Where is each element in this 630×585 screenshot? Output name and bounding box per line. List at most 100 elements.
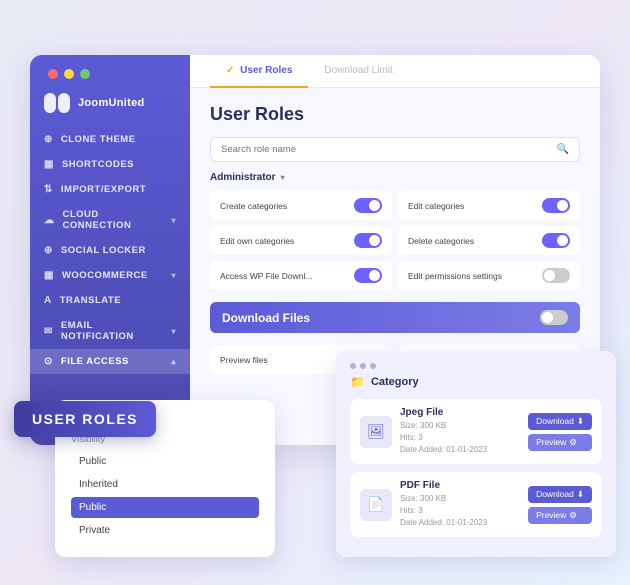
- sidebar-item-label: EMAIL NOTIFICATION: [61, 320, 164, 342]
- search-input[interactable]: [221, 144, 557, 155]
- perm-label: Edit own categories: [220, 236, 294, 246]
- sidebar-item-label: IMPORT/EXPORT: [61, 184, 146, 195]
- dropdown-text: Administrator: [210, 172, 276, 183]
- permissions-grid: Create categories Edit categories Edit o…: [210, 191, 580, 374]
- file-date: Date Added: 01-01-2023: [400, 518, 487, 527]
- perm-label: Preview files: [220, 355, 268, 365]
- download-files-row: Download Files: [210, 302, 580, 333]
- search-bar[interactable]: 🔍: [210, 137, 580, 162]
- file-date: Date Added: 01-01-2023: [400, 445, 487, 454]
- sidebar-item-woocommerce[interactable]: ▦ WOOCOMMERCE ▾: [30, 263, 190, 288]
- tab-download-limit[interactable]: Download Limit: [308, 55, 408, 88]
- file-name-jpeg: Jpeg File: [400, 407, 520, 418]
- perm-label: Edit permissions settings: [408, 271, 502, 281]
- gear-icon: ⚙: [569, 510, 577, 521]
- toggle-create-categories[interactable]: [354, 198, 382, 213]
- shortcodes-icon: ▦: [44, 159, 54, 170]
- chevron-down-icon: ▾: [171, 327, 176, 336]
- perm-label: Edit categories: [408, 201, 464, 211]
- toggle-download-files[interactable]: [540, 310, 568, 325]
- three-dots: [350, 363, 602, 369]
- download-files-label: Download Files: [222, 311, 310, 325]
- file-card-jpeg: 🖼 Jpeg File Size: 300 KB Hits: 3 Date Ad…: [350, 399, 602, 464]
- folder-icon: 📁: [350, 375, 365, 389]
- file-name-pdf: PDF File: [400, 480, 520, 491]
- sidebar-item-cloud-connection[interactable]: ☁ CLOUD CONNECTION ▾: [30, 202, 190, 238]
- woo-icon: ▦: [44, 270, 54, 281]
- file-hits: Hits: 3: [400, 506, 423, 515]
- visibility-option-inherited[interactable]: Inherited: [71, 474, 259, 495]
- chevron-down-icon: ▾: [171, 216, 176, 225]
- sidebar-item-label: SHORTCODES: [62, 159, 134, 170]
- perm-edit-own-categories: Edit own categories: [210, 226, 392, 255]
- sidebar-item-file-access[interactable]: ⊙ FILE ACCESS ▴: [30, 349, 190, 374]
- category-panel: 📁 Category 🖼 Jpeg File Size: 300 KB Hits…: [336, 351, 616, 557]
- perm-edit-permissions-settings: Edit permissions settings: [398, 261, 580, 290]
- sidebar-item-translate[interactable]: A TRANSLATE: [30, 288, 190, 313]
- search-icon: 🔍: [557, 144, 569, 155]
- tab-label: User Roles: [240, 65, 292, 76]
- import-export-icon: ⇅: [44, 184, 53, 195]
- toggle-access-wp[interactable]: [354, 268, 382, 283]
- file-meta-pdf: Size: 300 KB Hits: 3 Date Added: 01-01-2…: [400, 493, 520, 529]
- logo-text: JoomUnited: [78, 97, 145, 109]
- minimize-dot: [64, 69, 74, 79]
- sidebar-item-shortcodes[interactable]: ▦ SHORTCODES: [30, 152, 190, 177]
- sidebar-item-email-notification[interactable]: ✉ EMAIL NOTIFICATION ▾: [30, 313, 190, 349]
- dot-3: [370, 363, 376, 369]
- toggle-edit-permissions[interactable]: [542, 268, 570, 283]
- gear-icon: ⚙: [569, 437, 577, 448]
- visibility-option-public-selected[interactable]: Public: [71, 497, 259, 518]
- file-thumb-pdf: 📄: [360, 489, 392, 521]
- category-title: Category: [371, 376, 419, 388]
- perm-label: Delete categories: [408, 236, 474, 246]
- perm-label: Access WP File Downl...: [220, 271, 312, 281]
- visibility-option-private[interactable]: Private: [71, 520, 259, 541]
- banner-label: USER ROLES: [32, 411, 138, 427]
- preview-button-jpeg[interactable]: Preview ⚙: [528, 434, 592, 451]
- file-actions-jpeg: Download ⬇ Preview ⚙: [528, 413, 592, 451]
- file-access-icon: ⊙: [44, 356, 53, 367]
- sidebar-item-social-locker[interactable]: ⊕ SOCIAL LOCKER: [30, 238, 190, 263]
- file-size: Size: 300 KB: [400, 421, 446, 430]
- visibility-option-public-1[interactable]: Public: [71, 451, 259, 472]
- sidebar-item-label: TRANSLATE: [60, 295, 121, 306]
- sidebar-item-clone-theme[interactable]: ⊕ CLONE THEME: [30, 127, 190, 152]
- logo-area: JoomUnited: [30, 93, 190, 127]
- email-icon: ✉: [44, 326, 53, 337]
- file-info-pdf: PDF File Size: 300 KB Hits: 3 Date Added…: [400, 480, 520, 529]
- admin-dropdown[interactable]: Administrator ▾: [210, 172, 580, 183]
- user-roles-banner: USER ROLES: [14, 401, 156, 437]
- tab-user-roles[interactable]: ✓ User Roles: [210, 55, 308, 88]
- checkmark-icon: ✓: [226, 65, 234, 76]
- file-hits: Hits: 3: [400, 433, 423, 442]
- sidebar-item-label: CLOUD CONNECTION: [63, 209, 164, 231]
- file-size: Size: 300 KB: [400, 494, 446, 503]
- perm-label: Create categories: [220, 201, 287, 211]
- download-button-jpeg[interactable]: Download ⬇: [528, 413, 592, 430]
- toggle-edit-own-categories[interactable]: [354, 233, 382, 248]
- page-title: User Roles: [210, 104, 580, 125]
- download-icon: ⬇: [577, 416, 584, 427]
- perm-access-wp-file: Access WP File Downl...: [210, 261, 392, 290]
- download-button-pdf[interactable]: Download ⬇: [528, 486, 592, 503]
- logo-icon: [44, 93, 72, 113]
- close-dot: [48, 69, 58, 79]
- window-controls: [48, 69, 90, 79]
- toggle-edit-categories[interactable]: [542, 198, 570, 213]
- file-info-jpeg: Jpeg File Size: 300 KB Hits: 3 Date Adde…: [400, 407, 520, 456]
- file-meta-jpeg: Size: 300 KB Hits: 3 Date Added: 01-01-2…: [400, 420, 520, 456]
- sidebar-item-import-export[interactable]: ⇅ IMPORT/EXPORT: [30, 177, 190, 202]
- sidebar-item-label: CLONE THEME: [61, 134, 136, 145]
- social-icon: ⊕: [44, 245, 53, 256]
- clone-icon: ⊕: [44, 134, 53, 145]
- toggle-delete-categories[interactable]: [542, 233, 570, 248]
- dot-1: [350, 363, 356, 369]
- perm-delete-categories: Delete categories: [398, 226, 580, 255]
- dot-2: [360, 363, 366, 369]
- sidebar-item-label: FILE ACCESS: [61, 356, 129, 367]
- tab-label: Download Limit: [324, 65, 392, 76]
- perm-edit-categories: Edit categories: [398, 191, 580, 220]
- preview-button-pdf[interactable]: Preview ⚙: [528, 507, 592, 524]
- file-card-pdf: 📄 PDF File Size: 300 KB Hits: 3 Date Add…: [350, 472, 602, 537]
